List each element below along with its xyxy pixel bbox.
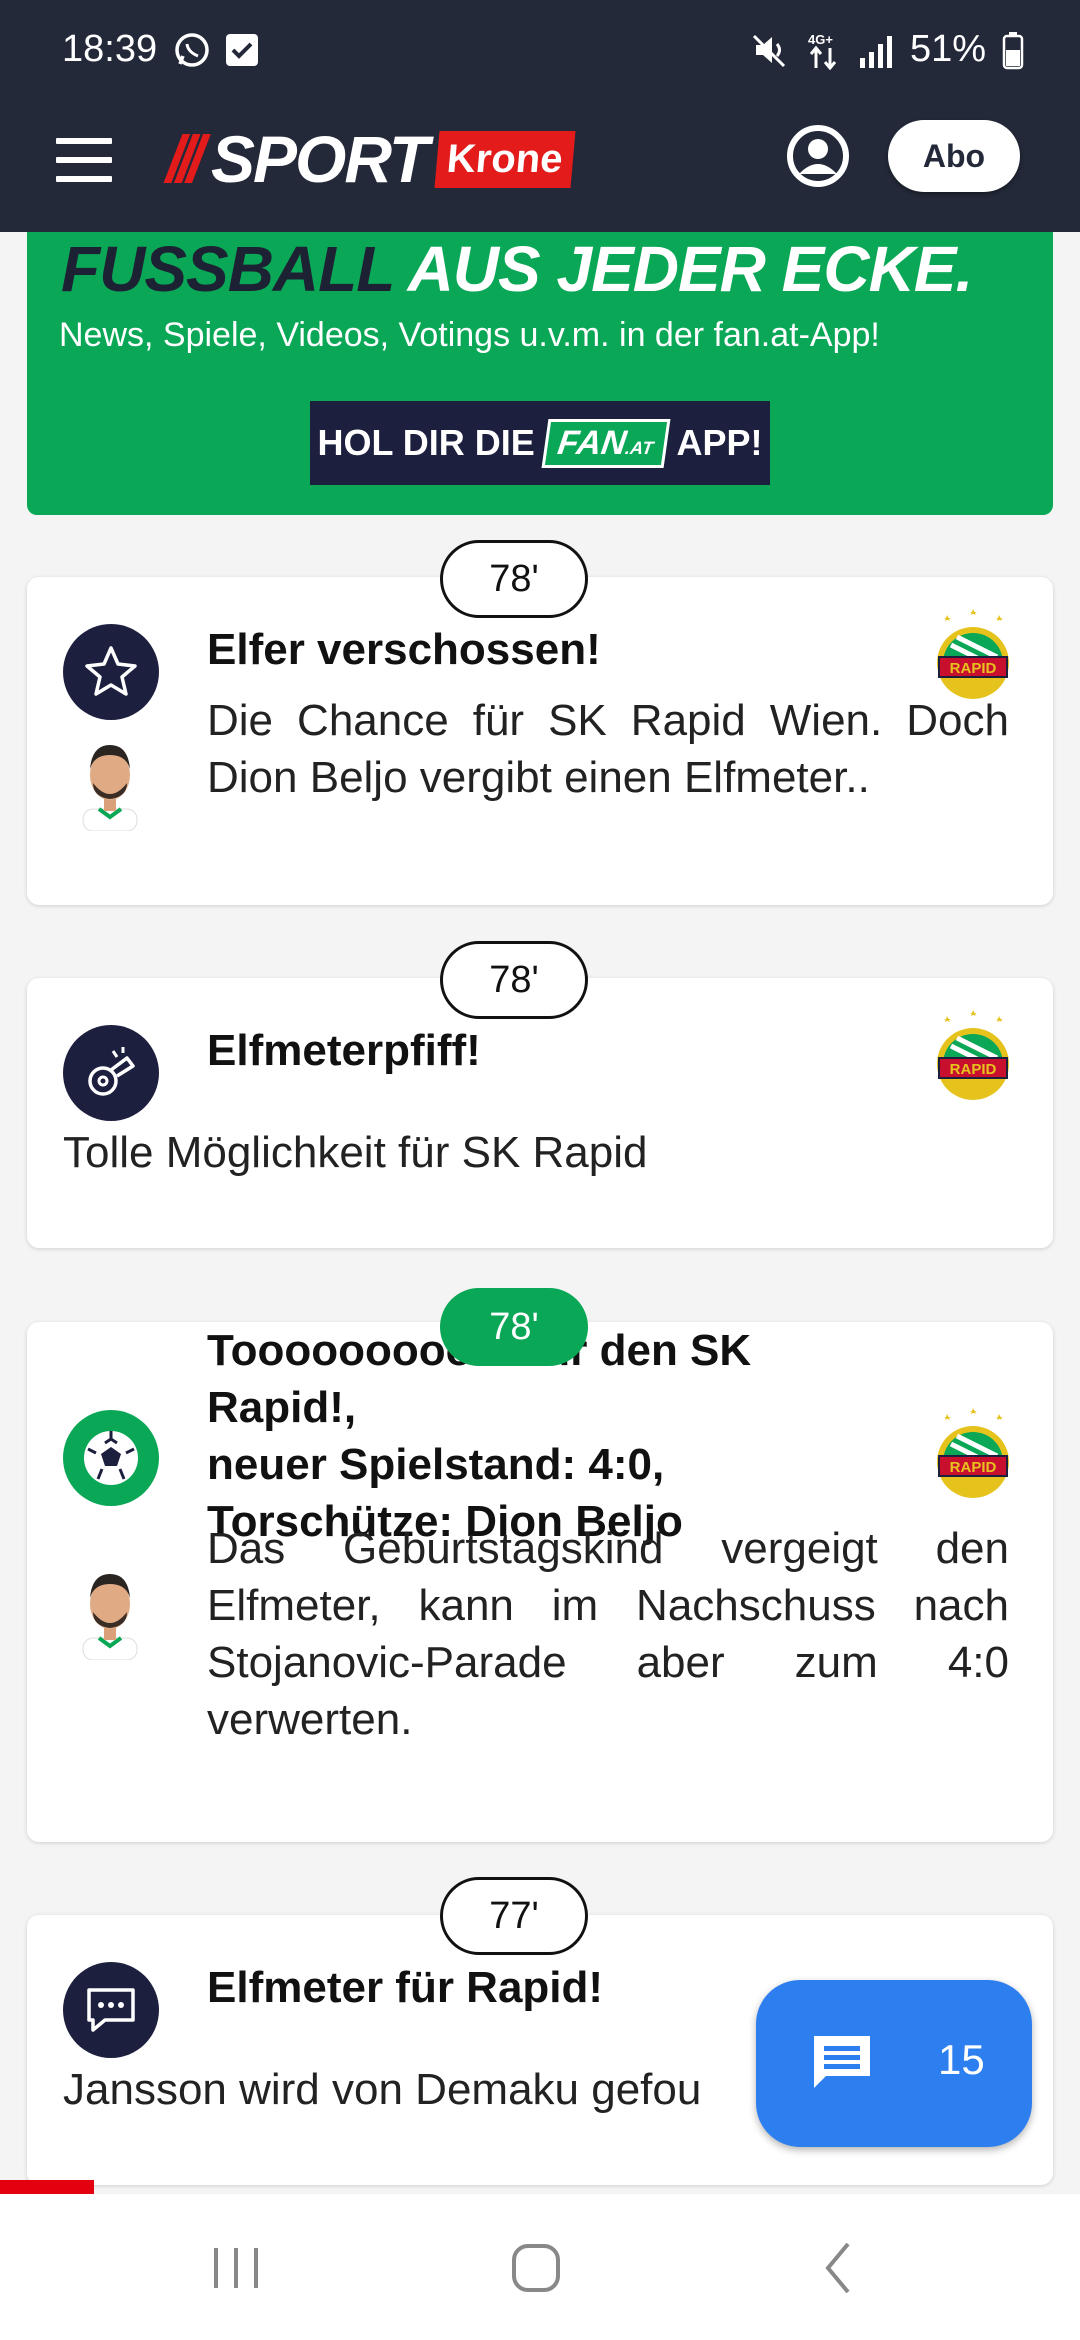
comments-button[interactable]: 15 — [756, 1980, 1032, 2147]
network-4g-icon: 4G+ — [808, 32, 837, 70]
checkbox-notification-icon — [226, 34, 258, 66]
event-text: Das Geburtstagskind vergeigt den Elfmete… — [207, 1524, 1009, 1744]
app-header: ///SPORT Krone Abo — [0, 100, 1080, 232]
svg-text:4G+: 4G+ — [808, 32, 833, 47]
player-avatar — [82, 1574, 138, 1660]
minute-badge: 77' — [440, 1877, 588, 1955]
event-text: Tolle Möglichkeit für SK Rapid — [63, 1128, 648, 1177]
recent-apps-icon[interactable] — [206, 2238, 266, 2298]
whatsapp-icon — [175, 33, 209, 67]
soccer-ball-icon — [63, 1410, 159, 1506]
battery-icon — [1002, 31, 1024, 69]
star-icon — [63, 624, 159, 720]
system-navigation-bar — [0, 2194, 1080, 2340]
mute-icon — [752, 34, 785, 67]
rapid-crest-icon: RAPID — [937, 1408, 1009, 1498]
menu-icon[interactable] — [56, 138, 112, 182]
player-avatar — [82, 745, 138, 831]
minute-badge: 78' — [440, 941, 588, 1019]
minute-badge: 78' — [440, 540, 588, 618]
back-icon[interactable] — [810, 2238, 870, 2298]
ticker-event-card: Elfer verschossen! RAPID Die Chance für … — [27, 577, 1053, 905]
rapid-crest-icon: RAPID — [937, 1010, 1009, 1100]
svg-text:RAPID: RAPID — [950, 1459, 997, 1476]
fan-app-promo-banner[interactable]: FUSSBALL AUS JEDER ECKE. News, Spiele, V… — [27, 232, 1053, 515]
signal-icon — [859, 35, 892, 68]
event-title: Elfmeterpfiff! — [207, 1026, 481, 1075]
event-text: Die Chance für SK Rapid Wien. Doch Dion … — [207, 696, 1009, 802]
comment-icon — [814, 2036, 870, 2088]
status-time: 18:39 — [62, 28, 158, 70]
svg-text:RAPID: RAPID — [950, 1061, 997, 1078]
svg-text:RAPID: RAPID — [950, 660, 997, 677]
abo-button[interactable]: Abo — [888, 120, 1020, 192]
battery-level: 51% — [909, 28, 986, 70]
event-title: Elfmeter für Rapid! — [207, 1963, 604, 2012]
comment-count: 15 — [938, 2036, 985, 2083]
get-fan-app-button[interactable]: HOL DIR DIE FAN.AT APP! — [310, 401, 770, 485]
whistle-icon — [63, 1025, 159, 1121]
ticker-event-card: Toooooooooor für den SK Rapid!, neuer Sp… — [27, 1322, 1053, 1842]
sport-krone-logo[interactable]: ///SPORT Krone — [166, 122, 576, 196]
banner-headline: FUSSBALL AUS JEDER ECKE. — [61, 233, 973, 305]
banner-subline: News, Spiele, Videos, Votings u.v.m. in … — [59, 316, 880, 354]
status-bar: 18:39 4G+ 51% — [0, 0, 1080, 100]
home-icon[interactable] — [506, 2238, 566, 2298]
fan-at-logo: FAN.AT — [541, 418, 670, 468]
reading-progress-bar — [0, 2180, 94, 2194]
chat-bubble-icon — [63, 1962, 159, 2058]
rapid-crest-icon: RAPID — [937, 609, 1009, 699]
minute-badge-goal: 78' — [440, 1288, 588, 1366]
account-icon[interactable] — [786, 124, 850, 188]
event-title: Elfer verschossen! — [207, 625, 601, 674]
